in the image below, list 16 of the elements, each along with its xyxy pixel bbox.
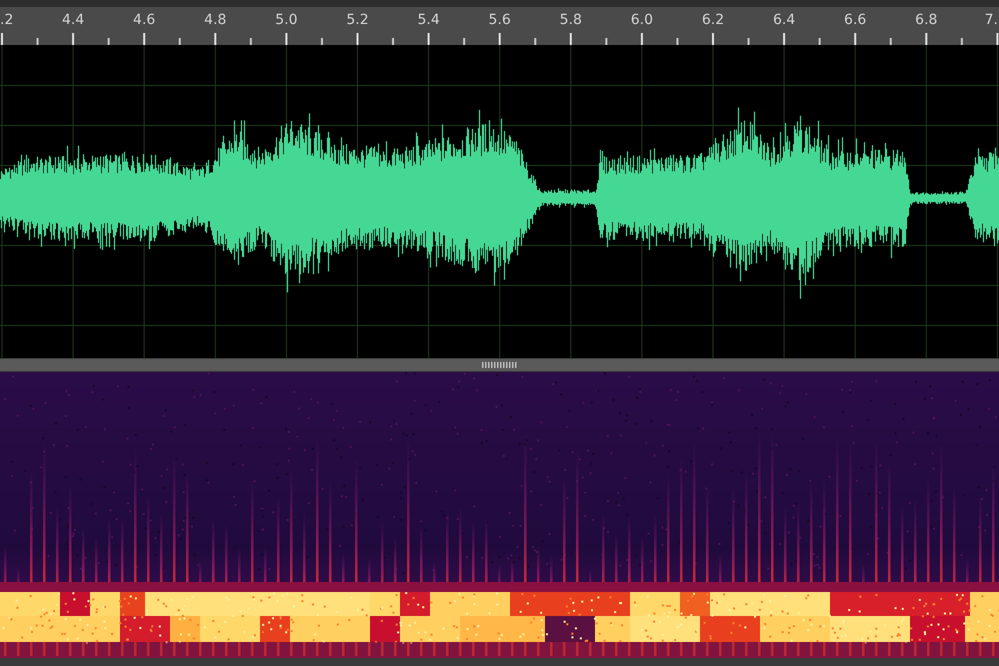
grip-icon — [480, 362, 518, 368]
time-label: 6.8 — [915, 11, 938, 29]
time-label: 5.6 — [488, 11, 511, 29]
time-label: 5.2 — [346, 11, 369, 29]
time-label: .2 — [0, 11, 14, 29]
time-label: 5.4 — [417, 11, 440, 29]
time-label: 6.2 — [702, 11, 724, 29]
time-label: 4.4 — [62, 11, 84, 29]
time-label: 5.0 — [275, 11, 298, 29]
time-label: 6.4 — [772, 11, 796, 29]
time-label: 5.8 — [560, 11, 582, 29]
time-label: 4.6 — [133, 11, 156, 29]
time-label: 6.0 — [630, 11, 654, 29]
time-label: 4.8 — [204, 11, 226, 29]
time-label: 7. — [984, 11, 998, 29]
time-label: 6.6 — [844, 11, 866, 29]
